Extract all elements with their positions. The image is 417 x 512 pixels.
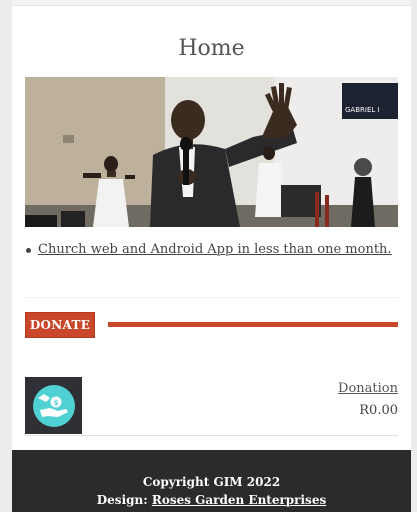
- footer-copyright: Copyright GIM 2022: [142, 475, 281, 489]
- product-item: $ Donation R0.00: [25, 377, 398, 435]
- product-price: R0.00: [359, 403, 398, 418]
- product-thumbnail[interactable]: $: [25, 377, 82, 434]
- section-divider: [25, 297, 398, 298]
- bullet-link-church-app[interactable]: Church web and Android App in less than …: [38, 242, 392, 257]
- page-title: Home: [178, 36, 245, 61]
- product-name-link[interactable]: Donation: [338, 381, 398, 396]
- svg-text:$: $: [53, 399, 58, 407]
- footer-design-prefix: Design:: [96, 493, 152, 507]
- footer-design-link[interactable]: Roses Garden Enterprises: [152, 493, 326, 507]
- donate-section: DONATE: [25, 312, 398, 338]
- hero-photo: GABRIEL I: [25, 77, 398, 227]
- product-divider: [25, 435, 398, 436]
- content-bullet-list: Church web and Android App in less than …: [25, 242, 398, 257]
- site-footer: Copyright GIM 2022 Design: Roses Garden …: [12, 450, 411, 512]
- donate-button[interactable]: DONATE: [25, 312, 95, 338]
- list-item: Church web and Android App in less than …: [25, 242, 398, 257]
- donate-accent-line: [108, 322, 398, 327]
- page-container: Home GABRIEL I Church web and Android Ap…: [12, 0, 411, 512]
- top-strip: [12, 0, 411, 6]
- donate-hand-icon: $: [32, 384, 75, 427]
- hero-image: GABRIEL I: [25, 77, 398, 227]
- footer-design-credit: Design: Roses Garden Enterprises: [12, 493, 411, 507]
- hero-sign-text: GABRIEL I: [345, 106, 380, 114]
